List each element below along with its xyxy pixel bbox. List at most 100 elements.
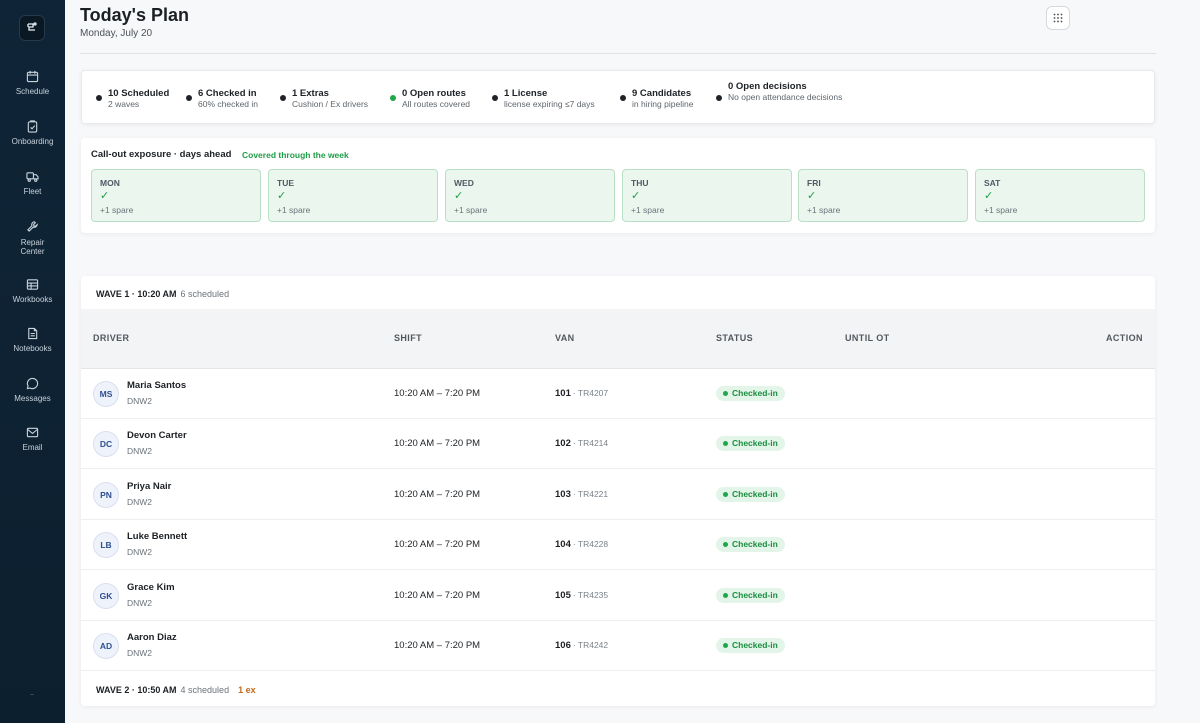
table-row[interactable]: MS Maria Santos DNW2 10:20 AM – 7:20 PM … — [81, 369, 1155, 419]
check-icon: ✓ — [984, 189, 994, 202]
status-badge: Checked-in — [716, 638, 785, 653]
day-name: MON — [100, 178, 120, 188]
column-header-action[interactable]: ACTION — [1106, 333, 1143, 343]
summary-stats-bar: 10 Scheduled 2 waves 6 Checked in 60% ch… — [81, 70, 1155, 124]
van-number: 101 · TR4207 — [555, 388, 608, 399]
stat-dot — [280, 95, 286, 101]
avatar: GK — [93, 583, 119, 609]
column-header-van[interactable]: VAN — [555, 333, 575, 343]
sidebar-item-label: Email — [22, 443, 43, 452]
sidebar-item-messages[interactable]: Messages — [0, 377, 65, 403]
app-logo-icon[interactable] — [19, 15, 45, 41]
van-number: 104 · TR4228 — [555, 539, 608, 550]
driver-station: DNW2 — [127, 396, 153, 406]
sidebar-item-repair-center[interactable]: Repair Center — [0, 220, 65, 256]
stat-dot — [96, 95, 102, 101]
sidebar-footer-divider — [30, 694, 34, 695]
drivers-table: WAVE 1 · 10:20 AM 6 scheduled DRIVER SHIF… — [81, 276, 1155, 706]
day-card-tue[interactable]: TUE ✓ +1 spare — [268, 169, 438, 222]
column-header-until-ot[interactable]: UNTIL OT — [845, 333, 890, 343]
van-number: 105 · TR4235 — [555, 590, 608, 601]
avatar: PN — [93, 482, 119, 508]
sidebar-item-workbooks[interactable]: Workbooks — [0, 278, 65, 304]
wave-scheduled: 6 scheduled — [180, 289, 230, 299]
driver-name[interactable]: Priya Nair — [127, 481, 171, 492]
check-icon: ✓ — [100, 189, 110, 202]
van-plate: · TR4214 — [572, 438, 609, 448]
stat-dot — [716, 95, 722, 101]
sidebar-item-fleet[interactable]: Fleet — [0, 170, 65, 196]
sidebar-item-label: Workbooks — [12, 295, 53, 304]
van-number: 102 · TR4214 — [555, 438, 608, 449]
avatar: LB — [93, 532, 119, 558]
day-card-mon[interactable]: MON ✓ +1 spare — [91, 169, 261, 222]
stat-title: 10 Scheduled — [108, 88, 170, 99]
stat-title: 0 Open routes — [402, 88, 466, 99]
shift-time: 10:20 AM – 7:20 PM — [394, 539, 481, 550]
avatar: AD — [93, 633, 119, 659]
table-row[interactable]: LB Luke Bennett DNW2 10:20 AM – 7:20 PM … — [81, 520, 1155, 570]
table-row[interactable]: PN Priya Nair DNW2 10:20 AM – 7:20 PM 10… — [81, 470, 1155, 520]
column-header-status[interactable]: STATUS — [716, 333, 753, 343]
status-badge: Checked-in — [716, 436, 785, 451]
stat-subtitle: license expiring ≤7 days — [504, 99, 595, 109]
day-spare: +1 spare — [984, 205, 1018, 215]
van-id: 102 — [555, 438, 571, 449]
check-icon: ✓ — [277, 189, 287, 202]
day-card-thu[interactable]: THU ✓ +1 spare — [622, 169, 792, 222]
stat-subtitle: 60% checked in — [198, 99, 259, 109]
day-spare: +1 spare — [454, 205, 488, 215]
day-spare: +1 spare — [807, 205, 841, 215]
sidebar-item-schedule[interactable]: Schedule — [0, 70, 65, 96]
exposure-status: Covered through the week — [242, 150, 349, 160]
sidebar-item-label: Repair Center — [20, 238, 45, 256]
mail-icon — [26, 427, 39, 438]
table-row[interactable]: DC Devon Carter DNW2 10:20 AM – 7:20 PM … — [81, 419, 1155, 469]
day-card-sat[interactable]: SAT ✓ +1 spare — [975, 169, 1145, 222]
sidebar-item-label: Fleet — [23, 187, 42, 196]
grid-dots-icon — [1053, 13, 1063, 23]
table-row[interactable]: GK Grace Kim DNW2 10:20 AM – 7:20 PM 105… — [81, 571, 1155, 621]
calendar-icon — [26, 70, 39, 83]
shift-time: 10:20 AM – 7:20 PM — [394, 590, 481, 601]
shift-time: 10:20 AM – 7:20 PM — [394, 438, 481, 449]
day-name: TUE — [277, 178, 294, 188]
driver-name[interactable]: Maria Santos — [127, 380, 186, 391]
exposure-title: Call-out exposure · days ahead — [91, 149, 232, 160]
day-spare: +1 spare — [277, 205, 311, 215]
day-card-wed[interactable]: WED ✓ +1 spare — [445, 169, 615, 222]
stat-subtitle: in hiring pipeline — [632, 99, 694, 109]
table-header: DRIVER SHIFT VAN STATUS UNTIL OT ACTION — [81, 309, 1155, 369]
day-card-fri[interactable]: FRI ✓ +1 spare — [798, 169, 968, 222]
sidebar-item-label: Messages — [14, 394, 51, 403]
driver-name[interactable]: Aaron Diaz — [127, 632, 177, 643]
van-number: 103 · TR4221 — [555, 489, 608, 500]
table-row[interactable]: AD Aaron Diaz DNW2 10:20 AM – 7:20 PM 10… — [81, 621, 1155, 671]
column-header-driver[interactable]: DRIVER — [93, 333, 129, 343]
apps-grid-button[interactable] — [1046, 6, 1070, 30]
van-id: 103 — [555, 489, 571, 500]
driver-name[interactable]: Devon Carter — [127, 430, 187, 441]
sidebar-item-onboarding[interactable]: Onboarding — [0, 120, 65, 146]
van-id: 105 — [555, 590, 571, 601]
wave-header[interactable]: WAVE 1 · 10:20 AM 6 scheduled — [96, 289, 229, 299]
stat-title: 1 Extras — [292, 88, 329, 99]
day-spare: +1 spare — [100, 205, 134, 215]
van-number: 106 · TR4242 — [555, 640, 608, 651]
sidebar-item-label: Onboarding — [11, 137, 54, 146]
driver-name[interactable]: Luke Bennett — [127, 531, 187, 542]
main-content: Today's Plan Monday, July 20 10 Schedule… — [65, 0, 1200, 723]
column-header-shift[interactable]: SHIFT — [394, 333, 422, 343]
van-plate: · TR4242 — [572, 640, 609, 650]
wave-header[interactable]: WAVE 2 · 10:50 AM 4 scheduled 1 ex — [96, 685, 256, 695]
wave-scheduled: 4 scheduled — [180, 685, 230, 695]
van-id: 104 — [555, 539, 571, 550]
status-badge: Checked-in — [716, 386, 785, 401]
sidebar-item-notebooks[interactable]: Notebooks — [0, 327, 65, 353]
status-badge: Checked-in — [716, 588, 785, 603]
sidebar-item-email[interactable]: Email — [0, 426, 65, 452]
stat-title: 9 Candidates — [632, 88, 692, 99]
driver-name[interactable]: Grace Kim — [127, 582, 175, 593]
van-id: 101 — [555, 388, 571, 399]
stat-title: 6 Checked in — [198, 88, 257, 99]
